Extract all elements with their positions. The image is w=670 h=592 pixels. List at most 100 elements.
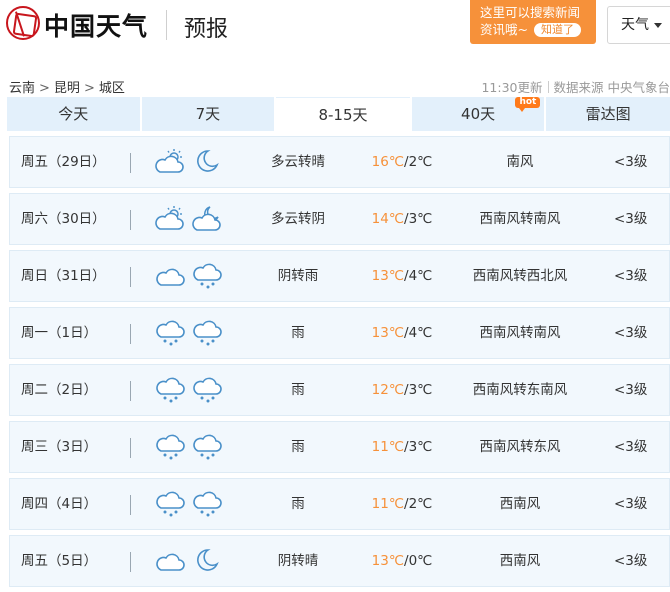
forecast-day: 周日（31日） bbox=[21, 268, 106, 284]
weather-icons bbox=[155, 433, 225, 461]
breadcrumb-separator: > bbox=[83, 81, 95, 96]
update-info: 11:30更新 数据来源 中央气象台 bbox=[481, 77, 670, 96]
wind-level: <3级 bbox=[614, 154, 648, 170]
low-temperature: /4℃ bbox=[404, 325, 433, 341]
forecast-row: 周六（30日） 多云转阴 14℃/3℃ 西南风转南风 <3级 bbox=[9, 193, 670, 245]
temperature-range: 11℃/2℃ bbox=[362, 479, 442, 529]
high-temperature: 13℃ bbox=[371, 325, 405, 341]
forecast-day: 周五（29日） bbox=[21, 154, 106, 170]
row-divider bbox=[130, 153, 131, 173]
section-title: 预报 bbox=[184, 17, 229, 42]
row-divider bbox=[130, 324, 131, 344]
wind-level: <3级 bbox=[614, 496, 648, 512]
header-divider bbox=[166, 10, 167, 40]
weather-condition: 多云转晴 bbox=[271, 154, 325, 170]
temperature-range: 16℃/2℃ bbox=[362, 137, 442, 187]
breadcrumb-district[interactable]: 城区 bbox=[99, 81, 125, 96]
weather-condition: 多云转阴 bbox=[271, 211, 325, 227]
search-category-select[interactable]: 天气 bbox=[607, 6, 670, 44]
row-divider bbox=[130, 495, 131, 515]
row-divider bbox=[130, 381, 131, 401]
weather-condition: 雨 bbox=[291, 496, 305, 512]
search-tip-popup: 这里可以搜索新闻 资讯哦~ 知道了 bbox=[470, 0, 596, 44]
forecast-day: 周三（3日） bbox=[21, 439, 98, 455]
tab-label: 8-15天 bbox=[318, 106, 368, 124]
tab-radar[interactable]: 雷达图 bbox=[546, 97, 670, 131]
low-temperature: /2℃ bbox=[404, 154, 433, 170]
row-divider bbox=[130, 267, 131, 287]
weather-icons bbox=[155, 319, 225, 347]
forecast-row: 周日（31日） 阴转雨 13℃/4℃ 西南风转西北风 <3级 bbox=[9, 250, 670, 302]
wind-direction: 西南风转东风 bbox=[479, 439, 561, 455]
hot-badge: hot bbox=[515, 97, 541, 112]
site-logo-text[interactable]: 中国天气 bbox=[44, 7, 148, 43]
wind-level: <3级 bbox=[614, 268, 648, 284]
weather-icons bbox=[155, 490, 225, 518]
forecast-row: 周三（3日） 雨 11℃/3℃ 西南风转东风 <3级 bbox=[9, 421, 670, 473]
site-header: 中国天气 预报 这里可以搜索新闻 资讯哦~ 知道了 天气 bbox=[0, 0, 670, 72]
forecast-row: 周二（2日） 雨 12℃/3℃ 西南风转东南风 <3级 bbox=[9, 364, 670, 416]
forecast-tabs: 今天 7天 8-15天 40天 hot 雷达图 bbox=[7, 97, 670, 131]
weather-icons bbox=[155, 148, 225, 176]
wind-level: <3级 bbox=[614, 325, 648, 341]
promo-line-1: 这里可以搜索新闻 bbox=[480, 5, 581, 20]
data-source: 数据来源 中央气象台 bbox=[553, 80, 670, 95]
breadcrumb-province[interactable]: 云南 bbox=[9, 81, 35, 96]
tab-8-15-days[interactable]: 8-15天 bbox=[276, 97, 410, 131]
forecast-day: 周二（2日） bbox=[21, 382, 98, 398]
high-temperature: 13℃ bbox=[371, 268, 405, 284]
weather-condition: 雨 bbox=[291, 439, 305, 455]
wind-direction: 南风 bbox=[506, 154, 534, 170]
wind-direction: 西南风转东南风 bbox=[472, 382, 568, 398]
temperature-range: 13℃/0℃ bbox=[362, 536, 442, 586]
high-temperature: 11℃ bbox=[371, 496, 405, 512]
temperature-range: 13℃/4℃ bbox=[362, 308, 442, 358]
row-divider bbox=[130, 552, 131, 572]
forecast-day: 周一（1日） bbox=[21, 325, 98, 341]
wind-level: <3级 bbox=[614, 553, 648, 569]
wind-level: <3级 bbox=[614, 211, 648, 227]
weather-condition: 阴转晴 bbox=[277, 553, 319, 569]
tab-label: 雷达图 bbox=[585, 105, 631, 123]
tab-today[interactable]: 今天 bbox=[7, 97, 140, 131]
wind-direction: 西南风转南风 bbox=[479, 211, 561, 227]
promo-line-2: 资讯哦~ bbox=[480, 22, 528, 37]
temperature-range: 12℃/3℃ bbox=[362, 365, 442, 415]
wind-direction: 西南风转西北风 bbox=[472, 268, 568, 284]
breadcrumb-city[interactable]: 昆明 bbox=[54, 81, 80, 96]
logo-seal-icon[interactable] bbox=[6, 6, 40, 40]
low-temperature: /3℃ bbox=[404, 211, 433, 227]
row-divider bbox=[130, 210, 131, 230]
forecast-row: 周五（5日） 阴转晴 13℃/0℃ 西南风 <3级 bbox=[9, 535, 670, 587]
forecast-day: 周四（4日） bbox=[21, 496, 98, 512]
low-temperature: /3℃ bbox=[404, 439, 433, 455]
dismiss-tip-button[interactable]: 知道了 bbox=[533, 22, 581, 37]
weather-icons bbox=[155, 262, 225, 290]
wind-direction: 西南风转南风 bbox=[479, 325, 561, 341]
tab-label: 40天 bbox=[461, 105, 496, 123]
update-time: 11:30更新 bbox=[481, 80, 543, 95]
wind-level: <3级 bbox=[614, 382, 648, 398]
search-category-label: 天气 bbox=[621, 17, 649, 33]
temperature-range: 13℃/4℃ bbox=[362, 251, 442, 301]
tab-label: 7天 bbox=[195, 105, 221, 123]
row-divider bbox=[130, 438, 131, 458]
wind-direction: 西南风 bbox=[499, 496, 541, 512]
weather-icons bbox=[155, 205, 225, 233]
high-temperature: 16℃ bbox=[371, 154, 405, 170]
weather-condition: 阴转雨 bbox=[277, 268, 319, 284]
breadcrumb-separator: > bbox=[39, 81, 50, 96]
weather-condition: 雨 bbox=[291, 382, 305, 398]
forecast-row: 周五（29日） 多云转晴 16℃/2℃ 南风 <3级 bbox=[9, 136, 670, 188]
wind-level: <3级 bbox=[614, 439, 648, 455]
forecast-row: 周四（4日） 雨 11℃/2℃ 西南风 <3级 bbox=[9, 478, 670, 530]
low-temperature: /3℃ bbox=[404, 382, 433, 398]
weather-condition: 雨 bbox=[291, 325, 305, 341]
tab-7-days[interactable]: 7天 bbox=[141, 97, 275, 131]
temperature-range: 14℃/3℃ bbox=[362, 194, 442, 244]
weather-icons bbox=[155, 376, 225, 404]
low-temperature: /2℃ bbox=[404, 496, 433, 512]
wind-direction: 西南风 bbox=[499, 553, 541, 569]
tab-40-days[interactable]: 40天 hot bbox=[411, 97, 545, 131]
forecast-day: 周五（5日） bbox=[21, 553, 98, 569]
